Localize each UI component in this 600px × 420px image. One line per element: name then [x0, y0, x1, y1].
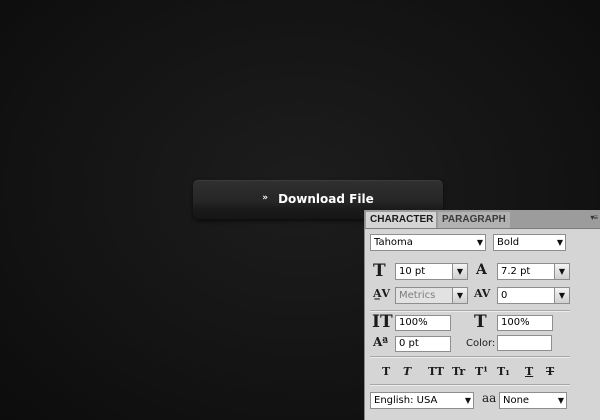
font-size-select[interactable]: 10 pt ▼ — [395, 263, 468, 280]
font-family-value: Tahoma — [374, 237, 413, 248]
separator — [370, 310, 570, 312]
separator — [370, 384, 570, 386]
all-caps-button[interactable]: TT — [428, 365, 444, 378]
tracking-value: 0 — [501, 290, 508, 301]
tab-character[interactable]: CHARACTER — [366, 212, 436, 228]
dropdown-arrow-icon: ▼ — [554, 288, 569, 303]
superscript-button[interactable]: T¹ — [475, 365, 488, 378]
faux-italic-button[interactable]: T — [403, 365, 411, 378]
leading-value: 7.2 pt — [501, 266, 531, 277]
font-style-select[interactable]: Bold ▼ — [493, 234, 566, 251]
download-file-label: Download File — [278, 191, 374, 206]
font-size-icon: T — [373, 261, 386, 281]
separator — [370, 356, 570, 358]
antialias-select[interactable]: None ▼ — [499, 392, 567, 409]
vertical-scale-icon: IT — [372, 312, 393, 332]
dropdown-arrow-icon: ▼ — [464, 396, 471, 405]
dropdown-arrow-icon: ▼ — [452, 264, 467, 279]
vertical-scale-field[interactable]: 100% — [395, 315, 451, 331]
dropdown-arrow-icon: ▼ — [476, 238, 483, 247]
tracking-icon: AV — [474, 287, 491, 300]
baseline-shift-icon: Aª — [373, 335, 389, 349]
underline-button[interactable]: T — [525, 365, 533, 378]
tab-paragraph[interactable]: PARAGRAPH — [438, 212, 510, 228]
font-size-value: 10 pt — [399, 266, 426, 277]
dropdown-arrow-icon: ▼ — [557, 396, 564, 405]
antialias-value: None — [503, 395, 530, 406]
antialias-icon: aa — [482, 391, 497, 405]
dropdown-arrow-icon: ▼ — [554, 264, 569, 279]
kerning-select[interactable]: Metrics ▼ — [395, 287, 468, 304]
leading-icon: A — [476, 262, 487, 278]
panel-menu-icon[interactable]: ▾≡ — [590, 213, 598, 222]
font-style-value: Bold — [497, 237, 520, 248]
double-chevron-down-icon: » — [262, 193, 269, 203]
subscript-button[interactable]: T₁ — [497, 365, 510, 378]
font-family-select[interactable]: Tahoma ▼ — [370, 234, 486, 251]
language-select[interactable]: English: USA ▼ — [370, 392, 474, 409]
horizontal-scale-icon: T — [474, 312, 487, 332]
small-caps-button[interactable]: Tr — [452, 365, 465, 378]
dropdown-arrow-icon: ▼ — [556, 238, 563, 247]
tracking-select[interactable]: 0 ▼ — [497, 287, 570, 304]
panel-tab-bar: CHARACTER PARAGRAPH ▾≡ — [365, 210, 600, 229]
strikethrough-button[interactable]: T — [546, 365, 554, 378]
dropdown-arrow-icon: ▼ — [452, 288, 467, 303]
kerning-value: Metrics — [399, 290, 436, 301]
language-value: English: USA — [374, 395, 438, 406]
leading-select[interactable]: 7.2 pt ▼ — [497, 263, 570, 280]
color-label: Color: — [466, 338, 496, 349]
horizontal-scale-field[interactable]: 100% — [497, 315, 553, 331]
faux-bold-button[interactable]: T — [382, 365, 390, 378]
color-swatch[interactable] — [497, 335, 552, 351]
kerning-icon: A̲V — [373, 287, 391, 300]
baseline-shift-field[interactable]: 0 pt — [395, 336, 451, 352]
